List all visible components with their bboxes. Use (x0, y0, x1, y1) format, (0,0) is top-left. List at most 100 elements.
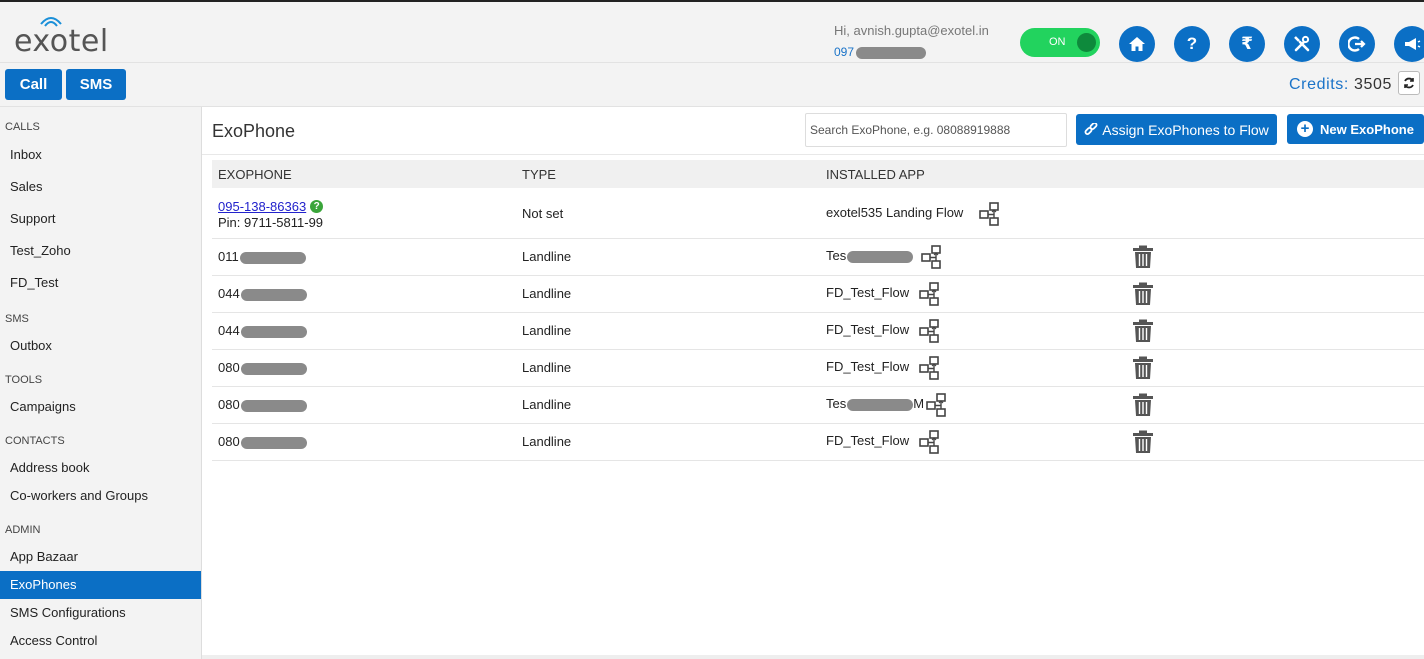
call-button[interactable]: Call (5, 69, 62, 100)
number-redaction (240, 362, 307, 375)
sidebar-item-fd-test[interactable]: FD_Test (0, 269, 201, 297)
exophone-pin: Pin: 9711-5811-99 (218, 215, 324, 230)
installed-app-name[interactable]: FD_Test_Flow (826, 322, 909, 337)
flow-icon[interactable] (920, 245, 945, 269)
billing-button[interactable]: ₹ (1229, 26, 1265, 62)
user-phone: 097 (834, 45, 927, 59)
app-name-redaction (847, 398, 914, 411)
table-row: 044 Landline FD_Test_Flow (212, 276, 1424, 313)
number-redaction (240, 288, 307, 301)
installed-app-cell: Tes M (826, 396, 924, 411)
flow-icon[interactable] (918, 430, 943, 454)
sidebar-section-calls: CALLS (5, 121, 40, 133)
trash-icon[interactable] (1132, 245, 1154, 269)
home-button[interactable] (1119, 26, 1155, 62)
refresh-credits-button[interactable] (1398, 71, 1420, 95)
sidebar-item-inbox[interactable]: Inbox (0, 141, 201, 169)
tools-icon (1294, 35, 1310, 52)
installed-app-name[interactable]: Tes (826, 396, 846, 411)
trash-icon[interactable] (1132, 430, 1154, 454)
phone-redaction (856, 46, 927, 59)
action-bar: Call SMS Credits: 3505 (0, 63, 1424, 107)
credits-display: Credits: 3505 (1289, 76, 1392, 94)
flow-icon[interactable] (918, 282, 943, 306)
user-greeting: Hi, avnish.gupta@exotel.in (834, 23, 989, 38)
column-installed-app: INSTALLED APP (826, 167, 925, 182)
flow-icon[interactable] (978, 202, 1003, 226)
column-type: TYPE (522, 167, 556, 182)
installed-app-cell: FD_Test_Flow (826, 433, 909, 448)
column-exophone: EXOPHONE (218, 167, 292, 182)
status-toggle[interactable]: ON (1020, 28, 1100, 57)
trash-icon[interactable] (1132, 393, 1154, 417)
flow-icon[interactable] (918, 319, 943, 343)
sidebar-item-outbox[interactable]: Outbox (0, 332, 201, 360)
sidebar-item-test-zoho[interactable]: Test_Zoho (0, 237, 201, 265)
type-cell: Landline (522, 323, 572, 338)
tools-button[interactable] (1284, 26, 1320, 62)
table-row: 080 Landline FD_Test_Flow (212, 424, 1424, 461)
exophone-cell: 080 (218, 434, 307, 449)
exophone-number-prefix[interactable]: 080 (218, 434, 240, 449)
installed-app-name[interactable]: Tes (826, 248, 846, 263)
app-name-redaction (847, 250, 914, 263)
exophone-cell: 044 (218, 323, 307, 338)
exophone-number-prefix[interactable]: 044 (218, 286, 240, 301)
exotel-logo[interactable]: exotel (14, 17, 124, 62)
sidebar-item-sales[interactable]: Sales (0, 173, 201, 201)
trash-icon[interactable] (1132, 282, 1154, 306)
installed-app-cell: Tes (826, 248, 914, 263)
sidebar-item-co-workers-and-groups[interactable]: Co-workers and Groups (0, 482, 201, 510)
exophone-search-input[interactable] (805, 113, 1067, 147)
exophone-number-prefix[interactable]: 011 (218, 249, 239, 264)
sidebar-item-access-control[interactable]: Access Control (0, 627, 201, 655)
home-icon (1129, 37, 1145, 51)
sidebar-section-contacts: CONTACTS (5, 435, 65, 447)
type-cell: Landline (522, 286, 572, 301)
logout-icon (1348, 36, 1366, 52)
sidebar-item-app-bazaar[interactable]: App Bazaar (0, 543, 201, 571)
installed-app-cell: FD_Test_Flow (826, 359, 909, 374)
logout-button[interactable] (1339, 26, 1375, 62)
assign-label: Assign ExoPhones to Flow (1102, 121, 1269, 138)
page-title: ExoPhone (212, 121, 296, 141)
plus-circle-icon: + (1297, 121, 1314, 137)
sidebar-item-exophones[interactable]: ExoPhones (0, 571, 201, 599)
installed-app-name[interactable]: FD_Test_Flow (826, 433, 909, 448)
exophone-number-prefix[interactable]: 080 (218, 360, 240, 375)
sidebar-item-address-book[interactable]: Address book (0, 454, 201, 482)
table-header: EXOPHONE TYPE INSTALLED APP (212, 160, 1424, 188)
table-row: 080 Landline Tes M (212, 387, 1424, 424)
megaphone-icon (1405, 38, 1421, 50)
sms-button[interactable]: SMS (66, 69, 126, 100)
credits-label: Credits: (1289, 76, 1349, 93)
bottom-strip (202, 655, 1424, 659)
new-exophone-button[interactable]: + New ExoPhone (1287, 114, 1424, 144)
toggle-label: ON (1049, 36, 1066, 48)
flow-icon[interactable] (925, 393, 950, 417)
number-redaction (240, 399, 307, 412)
sidebar-section-tools: TOOLS (5, 374, 43, 386)
sidebar-item-campaigns[interactable]: Campaigns (0, 393, 201, 421)
installed-app-name[interactable]: exotel535 Landing Flow (826, 205, 963, 220)
flow-icon[interactable] (918, 356, 943, 380)
phone-prefix: 097 (834, 45, 855, 59)
sidebar-section-sms: SMS (5, 313, 29, 325)
trash-icon[interactable] (1132, 319, 1154, 343)
exophone-cell: 095-138-86363? Pin: 9711-5811-99 (218, 199, 324, 230)
announcements-button[interactable] (1394, 26, 1424, 62)
installed-app-name[interactable]: FD_Test_Flow (826, 359, 909, 374)
trash-icon[interactable] (1132, 356, 1154, 380)
exophone-number-prefix[interactable]: 044 (218, 323, 240, 338)
installed-app-name[interactable]: FD_Test_Flow (826, 285, 909, 300)
exophone-number-prefix[interactable]: 080 (218, 397, 240, 412)
help-button[interactable]: ? (1174, 26, 1210, 62)
help-icon[interactable]: ? (310, 200, 324, 213)
exophone-cell: 044 (218, 286, 307, 301)
sidebar-item-sms-configurations[interactable]: SMS Configurations (0, 599, 201, 627)
sidebar-item-support[interactable]: Support (0, 205, 201, 233)
assign-exophones-button[interactable]: Assign ExoPhones to Flow (1076, 114, 1277, 145)
exophone-cell: 011 (218, 249, 306, 264)
installed-app-cell: FD_Test_Flow (826, 285, 909, 300)
exophone-link[interactable]: 095-138-86363 (218, 199, 306, 214)
